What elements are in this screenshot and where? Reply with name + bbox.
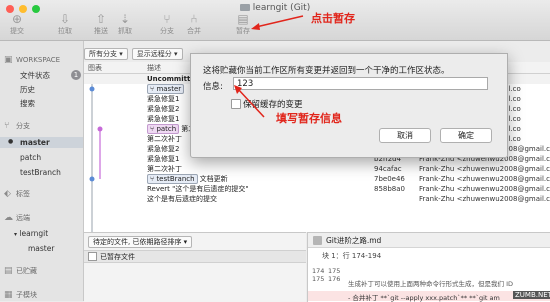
diff-pane: Git进阶之路.md 块 1：行 174-194 174 175 175 176 生… <box>307 232 550 302</box>
folder-icon <box>239 4 250 11</box>
branch-tag: ⑂ testBranch <box>147 174 198 184</box>
commit-row[interactable]: 这个是有后遗症的提交 Frank-Zhu <zhuwenwu2008@gmail.… <box>84 194 550 204</box>
branch-icon: ⑂ <box>4 121 10 131</box>
sidebar-item-master[interactable]: ● master <box>8 138 50 147</box>
submodule-icon: ▦ <box>4 290 13 300</box>
file-icon <box>313 236 322 245</box>
commit-row[interactable]: ⑂ testBranch 文档更新 7be0e46 Frank-Zhu <zhuwen… <box>84 174 550 184</box>
branch-filter-select[interactable]: 所有分支 ▾ <box>84 48 128 60</box>
sidebar: ▣ WORKSPACE 文件状态 1 历史 搜索 ⑂ 分支 ● master patc… <box>0 41 84 301</box>
sidebar-item-patch[interactable]: patch <box>20 153 41 162</box>
sidebar-item-search[interactable]: 搜索 <box>20 98 35 109</box>
fetch-icon: ⇣ <box>119 12 131 26</box>
commit-row[interactable]: 第二次补丁 94cafac Frank-Zhu <zhuwenwu2008@gmai… <box>84 164 550 174</box>
merge-button[interactable]: ⑃ 合并 <box>177 13 211 36</box>
commit-button[interactable]: ⊕ 提交 <box>0 13 34 36</box>
annotation-fill-info: 填写暂存信息 <box>276 112 342 125</box>
filter-bar: 所有分支 ▾ 显示远程分 ▾ <box>84 48 183 60</box>
tags-header[interactable]: ⬖ 标签 <box>4 189 30 199</box>
branches-header[interactable]: ⑂ 分支 <box>4 121 30 131</box>
merge-icon: ⑃ <box>190 12 198 26</box>
submodules-header[interactable]: ▦ 子模块 <box>4 290 37 300</box>
staged-files-header: 已暂存文件 <box>84 250 306 263</box>
dialog-message: 这将贮藏你当前工作区所有变更并返回到一个干净的工作区状态。 <box>203 66 450 76</box>
workspace-header: ▣ WORKSPACE <box>4 55 61 65</box>
branch-tag: ⑂ master <box>147 84 185 94</box>
cloud-icon: ☁ <box>4 213 13 223</box>
stashes-header[interactable]: ▤ 已贮藏 <box>4 266 37 276</box>
stash-icon: ▤ <box>4 266 13 276</box>
pull-icon: ⇩ <box>59 12 71 26</box>
sidebar-item-remote-master[interactable]: master <box>28 244 54 253</box>
staged-files-checkbox[interactable] <box>88 252 97 261</box>
sidebar-item-remote-learngit[interactable]: ▾ learngit <box>14 229 48 238</box>
file-sort-select[interactable]: 待定的文件, 已依期路径排序 ▾ <box>88 236 193 248</box>
fetch-button[interactable]: ⇣ 抓取 <box>108 13 142 36</box>
disclosure-triangle-icon[interactable]: ▾ <box>14 231 17 238</box>
branch-tag: ⑂ patch <box>147 124 180 134</box>
info-label: 信息: <box>203 82 223 92</box>
watermark: ZUMB.NET <box>513 291 550 299</box>
commit-icon: ⊕ <box>11 12 23 26</box>
annotation-click-stash: 点击暂存 <box>311 12 355 25</box>
cancel-button[interactable]: 取消 <box>379 128 431 143</box>
annotation-arrow <box>234 85 265 118</box>
file-status-count-badge: 1 <box>71 70 81 80</box>
diff-file-header: Git进阶之路.md <box>308 233 550 248</box>
staged-files-pane: 待定的文件, 已依期路径排序 ▾ 已暂存文件 <box>84 232 306 302</box>
diff-hunk-header: 块 1：行 174-194 <box>322 252 382 260</box>
remotes-header[interactable]: ☁ 远端 <box>4 213 30 223</box>
current-branch-icon: ● <box>8 138 14 145</box>
workspace-icon: ▣ <box>4 55 13 65</box>
ok-button[interactable]: 确定 <box>440 128 492 143</box>
column-description[interactable]: 描述 <box>147 63 161 73</box>
remote-filter-select[interactable]: 显示远程分 ▾ <box>131 48 183 60</box>
tag-icon: ⬖ <box>4 189 11 199</box>
column-graph[interactable]: 图表 <box>88 63 102 73</box>
commit-row[interactable]: Revert "这个是有后遗症的提交" 858b8a0 Frank-Zhu <zhu… <box>84 184 550 194</box>
sidebar-item-history[interactable]: 历史 <box>20 84 35 95</box>
sidebar-item-testbranch[interactable]: testBranch <box>20 168 61 177</box>
pull-button[interactable]: ⇩ 拉取 <box>48 13 82 36</box>
annotation-arrow <box>251 15 304 30</box>
sidebar-item-file-status[interactable]: 文件状态 <box>20 70 50 81</box>
